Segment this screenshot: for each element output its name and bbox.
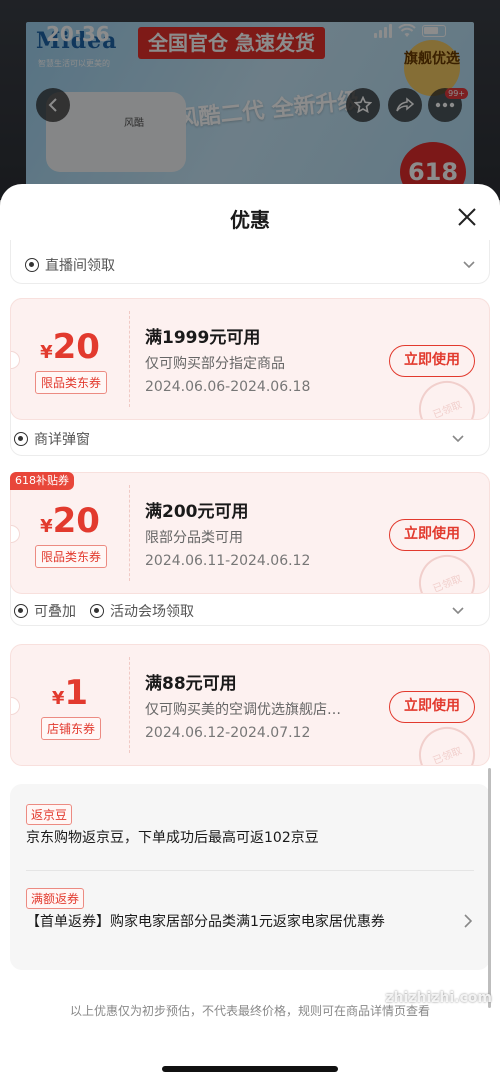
coupon-type: 限品类东券 bbox=[35, 545, 108, 568]
use-now-button[interactable]: 立即使用 bbox=[389, 345, 475, 377]
home-indicator[interactable] bbox=[162, 1066, 338, 1072]
coupon-desc: 仅可购买部分指定商品 bbox=[145, 356, 285, 372]
source-label: 活动会场领取 bbox=[110, 604, 194, 620]
coupon-1: ¥20 限品类东券 满1999元可用 仅可购买部分指定商品 2024.06.06… bbox=[10, 298, 490, 420]
source-label: 商详弹窗 bbox=[34, 432, 90, 448]
coupon-3: ¥1 店铺东券 满88元可用 仅可购买美的空调优选旗舰店… 2024.06.12… bbox=[10, 644, 490, 766]
source-icon bbox=[25, 258, 39, 272]
coupon-source-row[interactable]: 直播间领取 bbox=[11, 250, 491, 280]
watermark: zhizhizhi.com bbox=[385, 990, 492, 1006]
rebate-text[interactable]: 【首单返券】购家电家居部分品类满1元返家电家居优惠券 bbox=[26, 912, 426, 932]
source-item: 可叠加 bbox=[14, 601, 76, 621]
use-now-button[interactable]: 立即使用 bbox=[389, 691, 475, 723]
source-item: 直播间领取 bbox=[25, 255, 115, 275]
source-label: 可叠加 bbox=[34, 604, 76, 620]
source-icon bbox=[14, 432, 28, 446]
coupon-type: 限品类东券 bbox=[35, 371, 108, 394]
coupon-desc: 限部分品类可用 bbox=[145, 530, 243, 546]
source-item: 活动会场领取 bbox=[90, 601, 194, 621]
chevron-down-icon bbox=[463, 261, 475, 269]
rebate-info-card: 返京豆 京东购物返京豆，下单成功后最高可返102京豆 满额返券 【首单返券】购家… bbox=[10, 784, 490, 970]
discount-sheet: 优惠 直播间领取 ¥20 限品类东券 满1999元可用 仅可购买部分指定商品 2… bbox=[0, 184, 500, 1082]
rebate-tag: 满额返券 bbox=[26, 888, 85, 909]
coupon-date: 2024.06.12-2024.07.12 bbox=[145, 725, 311, 741]
chevron-down-icon bbox=[452, 607, 464, 615]
previous-coupon-card: 直播间领取 bbox=[10, 240, 490, 284]
coupon-amount: ¥1 bbox=[51, 673, 89, 713]
use-now-button[interactable]: 立即使用 bbox=[389, 519, 475, 551]
coupon-source-row[interactable]: 商详弹窗 bbox=[0, 424, 480, 454]
coupon-amount: ¥20 bbox=[40, 501, 100, 541]
coupon-source-row[interactable]: 可叠加 活动会场领取 bbox=[0, 596, 480, 626]
claimed-stamp: 已领取 bbox=[410, 372, 484, 419]
sheet-title: 优惠 bbox=[230, 208, 270, 232]
coupon-condition: 满88元可用 bbox=[145, 674, 237, 694]
source-icon bbox=[90, 604, 104, 618]
close-button[interactable] bbox=[456, 206, 478, 228]
subsidy-tag: 618补贴券 bbox=[10, 472, 74, 490]
scrollbar[interactable] bbox=[488, 768, 491, 1008]
coupon-date: 2024.06.06-2024.06.18 bbox=[145, 379, 311, 395]
coupon-divider bbox=[129, 311, 130, 407]
coupon-condition: 满1999元可用 bbox=[145, 328, 261, 348]
chevron-down-icon bbox=[452, 435, 464, 443]
coupon-divider bbox=[129, 485, 130, 581]
coupon-type: 店铺东券 bbox=[41, 717, 102, 740]
coupon-date: 2024.06.11-2024.06.12 bbox=[145, 553, 311, 569]
claimed-stamp: 已领取 bbox=[410, 718, 484, 765]
source-icon bbox=[14, 604, 28, 618]
coupon-condition: 满200元可用 bbox=[145, 502, 249, 522]
info-divider bbox=[26, 870, 474, 871]
coupon-desc: 仅可购买美的空调优选旗舰店… bbox=[145, 702, 341, 718]
coupon-amount: ¥20 bbox=[40, 327, 100, 367]
claimed-stamp: 已领取 bbox=[410, 546, 484, 593]
coupon-divider bbox=[129, 657, 130, 753]
coupon-2: ¥20 限品类东券 满200元可用 限部分品类可用 2024.06.11-202… bbox=[10, 472, 490, 594]
jingdou-tag: 返京豆 bbox=[26, 804, 73, 825]
source-label: 直播间领取 bbox=[45, 258, 115, 274]
jingdou-text: 京东购物返京豆，下单成功后最高可返102京豆 bbox=[26, 830, 319, 846]
source-item: 商详弹窗 bbox=[14, 429, 90, 449]
chevron-right-icon[interactable] bbox=[464, 914, 472, 928]
close-icon bbox=[458, 208, 476, 226]
